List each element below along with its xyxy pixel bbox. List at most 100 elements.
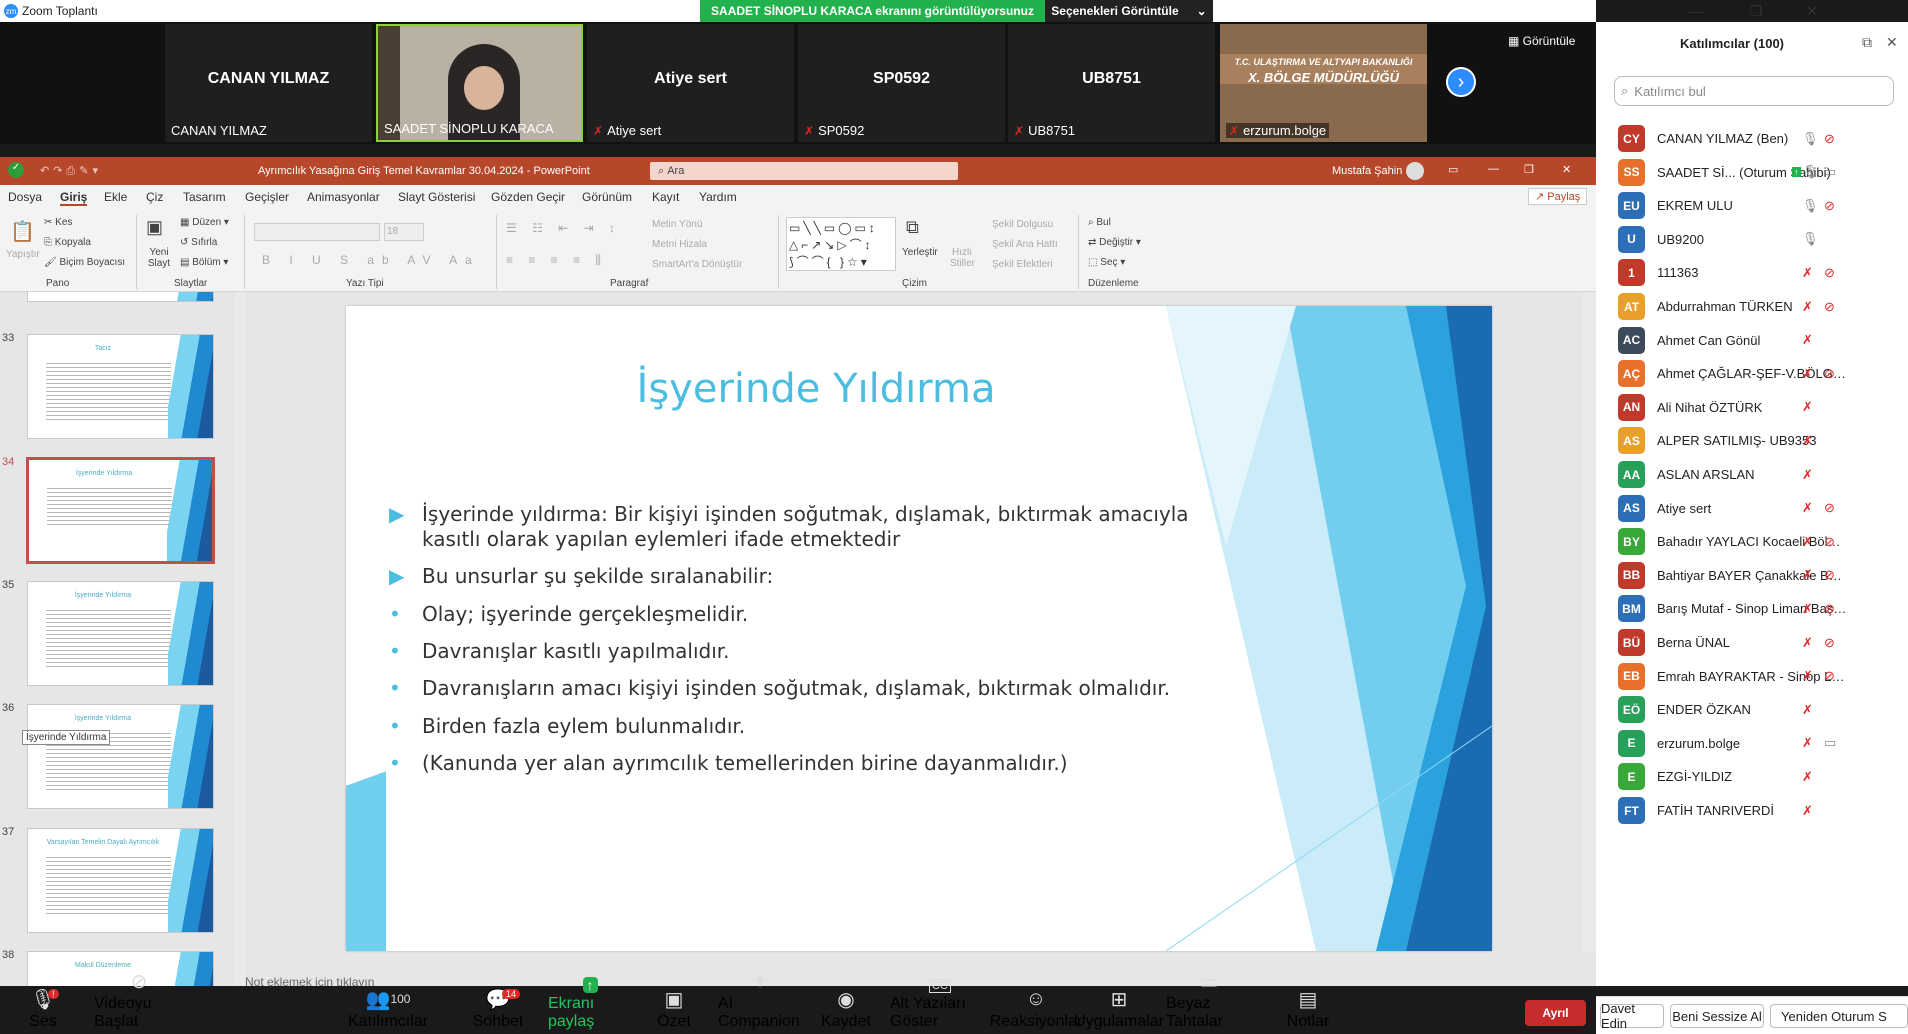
restore-button[interactable]: ❐ [1734, 0, 1778, 22]
summary-button[interactable]: ▣ Özet [652, 986, 696, 1034]
leave-button[interactable]: Ayrıl [1525, 1000, 1586, 1026]
mic-off-icon[interactable]: ✗ [1802, 332, 1813, 348]
slide-thumbnail[interactable] [27, 292, 214, 302]
tab-ciz[interactable]: Çiz [146, 190, 163, 204]
text-direction-button[interactable]: Metin Yönü [652, 219, 702, 230]
new-slide-button[interactable]: Yeni Slayt [144, 247, 174, 269]
format-painter-button[interactable]: 🖌 Biçim Boyacısı [44, 257, 125, 268]
paste-button[interactable]: Yapıştır [6, 249, 40, 260]
minimize-button[interactable]: — [1488, 163, 1499, 175]
view-options-button[interactable]: Seçenekleri Görüntüle ⌄ [1045, 0, 1213, 22]
notes-placeholder[interactable]: Not eklemek için tıklayın [245, 975, 1596, 989]
mic-off-icon[interactable]: ✗ [1802, 668, 1813, 684]
mic-on-icon[interactable]: 🎙 [1802, 231, 1819, 247]
share-button[interactable]: ↗ Paylaş [1528, 188, 1588, 205]
shape-outline-button[interactable]: Şekil Ana Hattı [992, 239, 1058, 250]
video-tile[interactable]: CANAN YILMAZ CANAN YILMAZ [165, 24, 372, 142]
popout-icon[interactable]: ⧉ [1862, 34, 1872, 51]
align-buttons[interactable]: ≡ ≡ ≡ ≡ ⫼ [506, 253, 607, 268]
mic-off-icon[interactable]: ✗ [1802, 467, 1813, 483]
mic-off-icon[interactable]: ✗ [1802, 299, 1813, 315]
mic-off-icon[interactable]: ✗ [1802, 433, 1813, 449]
mic-off-icon[interactable]: ✗ [1802, 265, 1813, 281]
section-button[interactable]: ▤ Bölüm ▾ [180, 257, 228, 268]
quick-access-toolbar[interactable]: ↶↷⎙✎▾ [40, 164, 102, 178]
tab-kayit[interactable]: Kayıt [652, 190, 679, 204]
close-icon[interactable]: ✕ [1886, 34, 1898, 51]
replace-button[interactable]: ⇄ Değiştir ▾ [1088, 237, 1141, 248]
copy-button[interactable]: ⎘ Kopyala [44, 237, 91, 248]
start-video-button[interactable]: ⊘ Videoyu Başlat [94, 971, 184, 1034]
video-on-icon[interactable]: ▭ [1824, 164, 1836, 180]
participant-row[interactable]: FT FATİH TANRIVERDİ ✗ [1618, 790, 1908, 831]
tab-gecisler[interactable]: Geçişler [245, 190, 289, 204]
notes-button[interactable]: ▤ Notlar [1286, 986, 1330, 1034]
audio-button[interactable]: ! 🎙 Ses [20, 986, 66, 1034]
font-format-buttons[interactable]: B I U S ab AV Aa [262, 253, 480, 267]
video-on-icon[interactable]: ▭ [1824, 735, 1836, 751]
tab-gozden-gecir[interactable]: Gözden Geçir [491, 190, 565, 204]
record-button[interactable]: ◉ Kaydet [821, 986, 871, 1034]
video-off-icon[interactable]: ⊘ [1824, 299, 1835, 315]
font-family-select[interactable] [254, 223, 380, 241]
restore-button[interactable]: ❐ [1524, 163, 1534, 176]
slide-thumbnail-selected[interactable]: İşyerinde Yıldırma [26, 457, 215, 564]
cut-button[interactable]: ✂ Kes [44, 217, 72, 228]
tab-tasarim[interactable]: Tasarım [183, 190, 226, 204]
avatar[interactable] [1406, 162, 1424, 180]
list-buttons[interactable]: ☰ ☷ ⇤ ⇥ ↕ [506, 221, 621, 235]
show-captions-button[interactable]: CC Alt Yazıları Göster [890, 979, 990, 1034]
apps-button[interactable]: ⊞ Uygulamalar [1074, 986, 1164, 1034]
slide-thumbnail[interactable]: Tacız [27, 334, 214, 439]
whiteboards-button[interactable]: ▭ Beyaz Tahtalar [1166, 971, 1252, 1034]
tab-yardim[interactable]: Yardım [699, 190, 737, 204]
mic-off-icon[interactable]: ✗ [1802, 399, 1813, 415]
invite-button[interactable]: Davet Edin [1600, 1001, 1664, 1031]
minimize-button[interactable]: — [1674, 0, 1718, 22]
mic-off-icon[interactable]: ✗ [1802, 366, 1813, 382]
slide-thumbnail[interactable]: Varsayılan Temelin Dayalı Ayrımcılık [27, 828, 214, 933]
ribbon-display-icon[interactable]: ▭ [1448, 163, 1458, 176]
font-size-select[interactable]: 18 [384, 223, 424, 241]
thumbnails-scrollbar[interactable] [235, 292, 245, 986]
mic-on-icon[interactable]: 🎙 [1802, 164, 1819, 180]
mic-off-icon[interactable]: ✗ [1802, 635, 1813, 651]
video-off-icon[interactable]: ⊘ [1824, 668, 1835, 684]
video-tile[interactable]: T.C. ULAŞTIRMA VE ALTYAPI BAKANLIĞI X. B… [1220, 24, 1427, 142]
video-off-icon[interactable]: ⊘ [1824, 635, 1835, 651]
chat-button[interactable]: 14 💬 Sohbet [470, 986, 526, 1034]
slide-thumbnail[interactable]: Makul Düzenleme [27, 951, 214, 986]
participants-button[interactable]: 👥 100 Katılımcılar [348, 986, 428, 1034]
quick-styles-button[interactable]: Hızlı Stiller [950, 247, 975, 269]
share-screen-button[interactable]: ↑ Ekranı paylaş [548, 977, 632, 1034]
close-button[interactable]: ✕ [1562, 163, 1571, 176]
next-page-arrow-icon[interactable]: › [1446, 67, 1476, 97]
shape-fill-button[interactable]: Şekil Dolgusu [992, 219, 1053, 230]
align-text-button[interactable]: Metni Hizala [652, 239, 707, 250]
reactions-button[interactable]: ☺ Reaksiyonlar [990, 986, 1082, 1034]
video-off-icon[interactable]: ⊘ [1824, 534, 1835, 550]
video-tile[interactable]: Atiye sert ✗ Atiye sert [587, 24, 794, 142]
slide-thumbnail[interactable]: İşyerinde Yıldırma [27, 581, 214, 686]
video-tile[interactable]: UB8751 ✗ UB8751 [1008, 24, 1215, 142]
video-tile-active-speaker[interactable]: SAADET SİNOPLU KARACA [376, 24, 583, 142]
current-slide[interactable]: İşyerinde Yıldırma ▶ İşyerinde yıldırma: … [346, 306, 1492, 951]
slide-scrollbar[interactable] [1583, 292, 1596, 952]
shapes-gallery[interactable]: ▭╲╲▭◯▭↕ △⌐↗↘▷⌒↕ ⟆⌒⌒{ }☆▾ [786, 217, 896, 271]
tab-animasyonlar[interactable]: Animasyonlar [307, 190, 380, 204]
mic-off-icon[interactable]: ✗ [1802, 567, 1813, 583]
mic-off-icon[interactable]: ✗ [1802, 735, 1813, 751]
video-off-icon[interactable]: ⊘ [1824, 500, 1835, 516]
participant-search-input[interactable]: ⌕ Katılımcı bul [1614, 76, 1894, 106]
video-off-icon[interactable]: ⊘ [1824, 601, 1835, 617]
slide-thumbnail[interactable]: İşyerinde Yıldırma [27, 704, 214, 809]
tab-dosya[interactable]: Dosya [8, 190, 42, 204]
gallery-view-button[interactable]: ▦ Görüntüle [1508, 34, 1575, 48]
tab-ekle[interactable]: Ekle [104, 190, 127, 204]
close-window-button[interactable]: ✕ [1790, 0, 1834, 22]
tab-gorunum[interactable]: Görünüm [582, 190, 632, 204]
arrange-button[interactable]: Yerleştir [902, 247, 938, 258]
select-button[interactable]: ⬚ Seç ▾ [1088, 257, 1125, 268]
tab-slayt-gosterisi[interactable]: Slayt Gösterisi [398, 190, 475, 204]
smartart-button[interactable]: SmartArt'a Dönüştür [652, 259, 742, 270]
